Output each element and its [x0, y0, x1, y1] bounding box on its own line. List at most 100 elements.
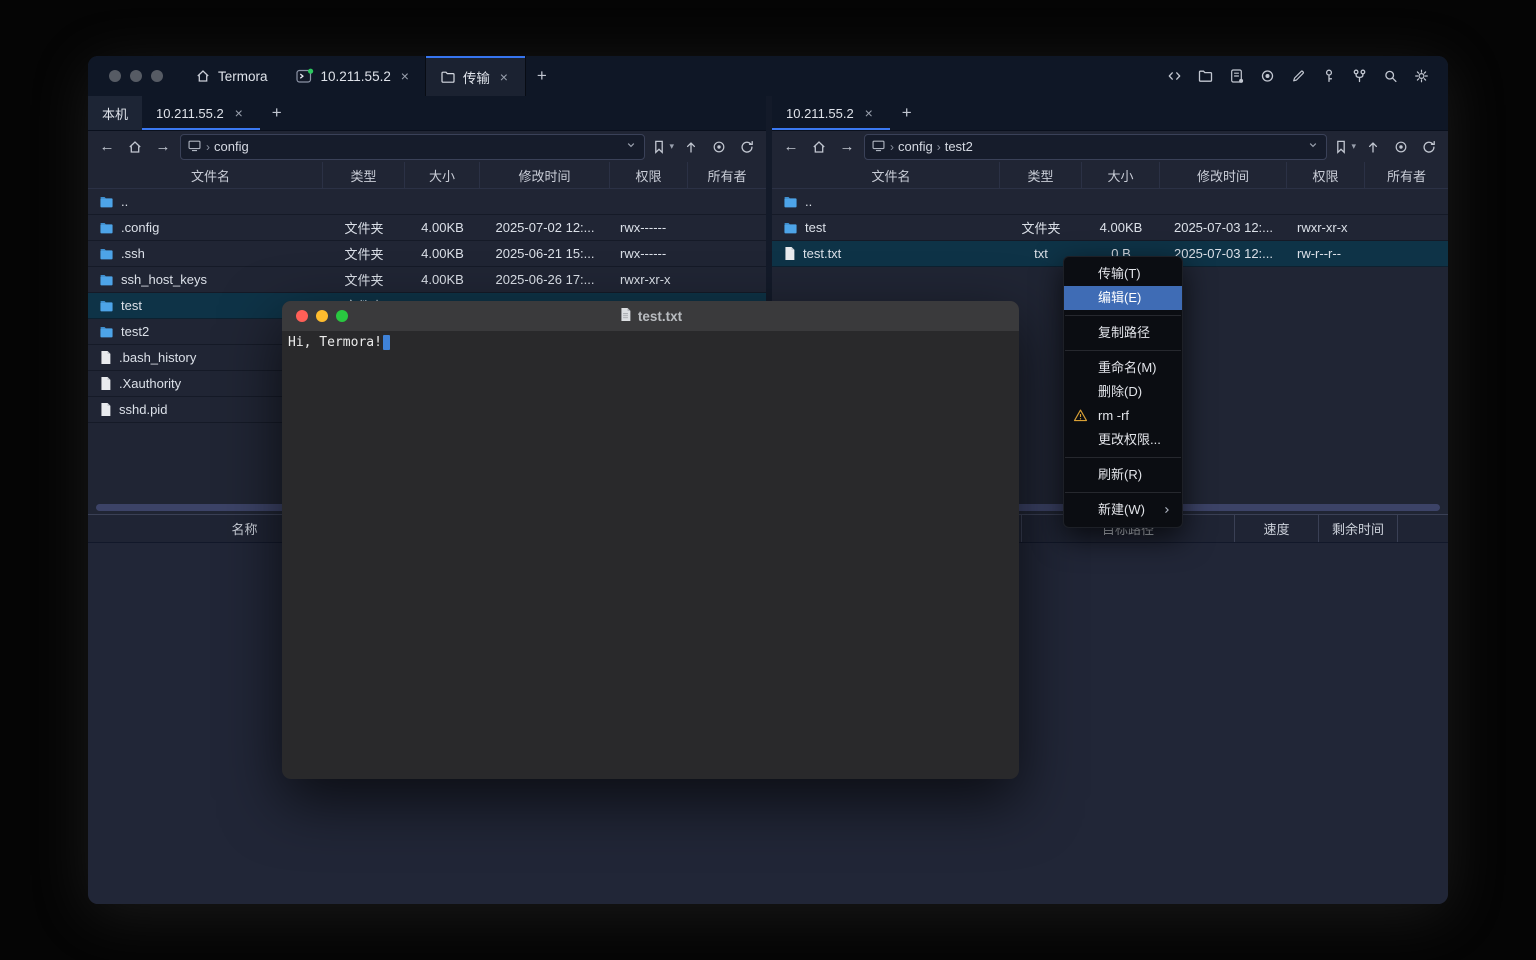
key-icon[interactable]: [1321, 68, 1337, 84]
breadcrumb-segment[interactable]: config: [214, 139, 249, 154]
settings-gear-icon[interactable]: [1413, 68, 1430, 84]
document-icon: [619, 307, 632, 325]
editor-zoom-button[interactable]: [336, 310, 348, 322]
close-tab-icon[interactable]: [232, 106, 246, 120]
menu-item-0[interactable]: 传输(T): [1064, 262, 1182, 286]
file-name: sshd.pid: [119, 402, 167, 417]
file-owner: [688, 267, 766, 292]
file-row-test[interactable]: test 文件夹 4.00KB 2025-07-03 12:... rwxr-x…: [772, 215, 1448, 241]
tab-termora[interactable]: Termora: [181, 56, 282, 96]
column-header-size[interactable]: 大小: [1082, 162, 1160, 188]
editor-close-button[interactable]: [296, 310, 308, 322]
column-header-perm[interactable]: 权限: [1287, 162, 1365, 188]
forward-button[interactable]: [836, 136, 858, 158]
file-type: 文件夹: [1000, 215, 1082, 240]
file-row-.ssh[interactable]: .ssh 文件夹 4.00KB 2025-06-21 15:... rwx---…: [88, 241, 766, 267]
pane-tab-local[interactable]: 本机: [88, 96, 142, 130]
transfer-column-remaining[interactable]: 剩余时间: [1319, 515, 1398, 542]
file-type: 文件夹: [323, 267, 405, 292]
editor-titlebar[interactable]: test.txt: [282, 301, 1019, 331]
log-icon[interactable]: [1228, 68, 1245, 84]
editor-content[interactable]: Hi, Termora!: [282, 331, 1019, 354]
transfer-column-speed[interactable]: 速度: [1235, 515, 1319, 542]
search-icon[interactable]: [1382, 68, 1399, 84]
file-row-..[interactable]: ..: [772, 189, 1448, 215]
code-icon[interactable]: [1166, 68, 1183, 84]
parent-directory-button[interactable]: [680, 136, 702, 158]
menu-item-8[interactable]: 更改权限...: [1064, 428, 1182, 452]
column-header-name[interactable]: 文件名: [88, 162, 323, 188]
show-hidden-files-icon[interactable]: [708, 136, 730, 158]
tab-ssh-host[interactable]: 10.211.55.2: [282, 56, 426, 96]
column-header-size[interactable]: 大小: [405, 162, 480, 188]
menu-item-1[interactable]: 编辑(E): [1064, 286, 1182, 310]
pane-tab-host[interactable]: 10.211.55.2: [772, 96, 890, 130]
close-tab-icon[interactable]: [398, 69, 412, 83]
column-header-owner[interactable]: 所有者: [688, 162, 766, 188]
keychain-icon[interactable]: [1351, 68, 1368, 84]
bookmark-dropdown-icon[interactable]: [1351, 141, 1356, 152]
folder-icon: [99, 195, 114, 209]
new-pane-tab-button[interactable]: [890, 96, 924, 130]
breadcrumb-segment[interactable]: test2: [945, 139, 973, 154]
file-owner: [1365, 215, 1448, 240]
refresh-icon[interactable]: [736, 136, 758, 158]
column-header-perm[interactable]: 权限: [610, 162, 688, 188]
folder-icon: [99, 273, 114, 287]
file-row-..[interactable]: ..: [88, 189, 766, 215]
bookmark-dropdown-icon[interactable]: [669, 141, 674, 152]
warning-icon: [1073, 408, 1088, 423]
file-row-ssh_host_keys[interactable]: ssh_host_keys 文件夹 4.00KB 2025-06-26 17:.…: [88, 267, 766, 293]
file-modified: [1160, 189, 1287, 214]
refresh-icon[interactable]: [1418, 136, 1440, 158]
new-tab-button[interactable]: [525, 56, 559, 96]
parent-directory-button[interactable]: [1362, 136, 1384, 158]
home-button[interactable]: [124, 136, 146, 158]
menu-item-3[interactable]: 复制路径: [1064, 321, 1182, 345]
file-owner: [1365, 241, 1448, 266]
menu-item-7[interactable]: rm -rf: [1064, 404, 1182, 428]
file-modified: [480, 189, 610, 214]
record-icon[interactable]: [1259, 68, 1276, 84]
breadcrumb-segment[interactable]: config: [898, 139, 933, 154]
file-owner: [1365, 189, 1448, 214]
editor-minimize-button[interactable]: [316, 310, 328, 322]
file-name: ..: [121, 194, 128, 209]
folder-icon[interactable]: [1197, 68, 1214, 84]
forward-button[interactable]: [152, 136, 174, 158]
column-header-type[interactable]: 类型: [1000, 162, 1082, 188]
chevron-down-icon[interactable]: [624, 138, 638, 155]
bookmark-button[interactable]: [651, 139, 674, 155]
path-input[interactable]: config test2: [864, 134, 1327, 160]
minimize-window-button[interactable]: [130, 70, 142, 82]
back-button[interactable]: [780, 136, 802, 158]
column-header-type[interactable]: 类型: [323, 162, 405, 188]
bookmark-button[interactable]: [1333, 139, 1356, 155]
editor-text: Hi, Termora!: [288, 335, 382, 350]
home-button[interactable]: [808, 136, 830, 158]
column-header-name[interactable]: 文件名: [772, 162, 1000, 188]
tab-transfer[interactable]: 传输: [426, 56, 525, 96]
menu-item-5[interactable]: 重命名(M): [1064, 356, 1182, 380]
chevron-down-icon[interactable]: [1306, 138, 1320, 155]
close-tab-icon[interactable]: [862, 106, 876, 120]
back-button[interactable]: [96, 136, 118, 158]
menu-separator: [1065, 315, 1181, 316]
close-window-button[interactable]: [109, 70, 121, 82]
pane-tab-host[interactable]: 10.211.55.2: [142, 96, 260, 130]
menu-item-12[interactable]: 新建(W): [1064, 498, 1182, 522]
show-hidden-files-icon[interactable]: [1390, 136, 1412, 158]
menu-item-6[interactable]: 删除(D): [1064, 380, 1182, 404]
file-perm: rwxr-xr-x: [610, 267, 688, 292]
zoom-window-button[interactable]: [151, 70, 163, 82]
close-tab-icon[interactable]: [497, 70, 511, 84]
path-input[interactable]: config: [180, 134, 645, 160]
pencil-icon[interactable]: [1290, 68, 1307, 84]
file-row-.config[interactable]: .config 文件夹 4.00KB 2025-07-02 12:... rwx…: [88, 215, 766, 241]
file-size: [405, 189, 480, 214]
menu-item-10[interactable]: 刷新(R): [1064, 463, 1182, 487]
column-header-owner[interactable]: 所有者: [1365, 162, 1448, 188]
column-header-modified[interactable]: 修改时间: [480, 162, 610, 188]
new-pane-tab-button[interactable]: [260, 96, 294, 130]
column-header-modified[interactable]: 修改时间: [1160, 162, 1287, 188]
